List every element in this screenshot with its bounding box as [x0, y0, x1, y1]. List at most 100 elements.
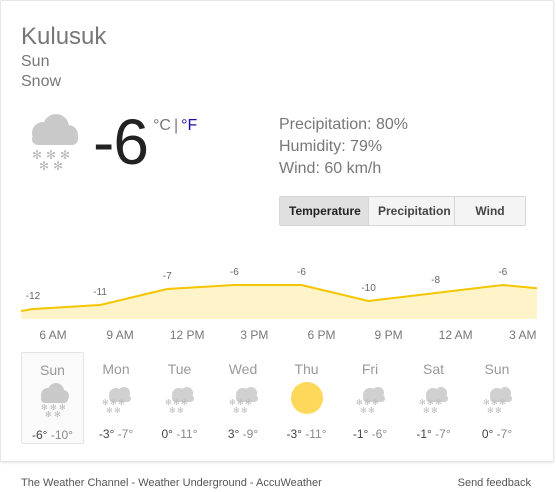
svg-text:✻: ✻ [106, 406, 113, 415]
hour-label: 9 AM [106, 328, 134, 342]
forecast-high: -6° [32, 428, 48, 442]
svg-text:✻: ✻ [114, 406, 121, 415]
forecast-day-tue[interactable]: Tue ✻ ✻ ✻ ✻ ✻ 0° -11° [148, 352, 211, 444]
tab-precipitation[interactable]: Precipitation [369, 197, 455, 225]
daily-forecast: Sun ✻ ✻ ✻ ✻ ✻ -6° -10° Mon ✻ ✻ ✻ ✻ ✻ -3° -7° Tue ✻ ✻ ✻ ✻ ✻ 0… [21, 352, 541, 444]
forecast-day-name: Sat [422, 361, 444, 377]
unit-toggle: °C | °F [153, 117, 197, 135]
graph-tabs: Temperature Precipitation Wind [279, 196, 526, 226]
forecast-day-fri[interactable]: Fri ✻ ✻ ✻ ✻ ✻ -1° -6° [339, 352, 402, 444]
svg-text:✻: ✻ [54, 410, 61, 417]
forecast-high: 0° [481, 427, 494, 441]
tab-wind[interactable]: Wind [455, 197, 525, 225]
forecast-low: -7° [114, 427, 134, 441]
temperature-graph: -12 -11 -7 -6 -6 -10 -8 -6 [21, 267, 537, 319]
location-name: Kulusuk [21, 23, 107, 50]
humidity-value: Humidity: 79% [279, 138, 383, 155]
temperature-data-label: -10 [361, 283, 376, 294]
send-feedback-link[interactable]: Send feedback [458, 477, 531, 489]
hourly-time-axis: 6 AM 9 AM 12 PM 3 PM 6 PM 9 PM 12 AM 3 AM [1, 328, 556, 344]
forecast-temps: -1° -7° [402, 427, 465, 441]
temperature-data-label: -12 [26, 291, 41, 302]
forecast-day-wed[interactable]: Wed ✻ ✻ ✻ ✻ ✻ 3° -9° [212, 352, 275, 444]
svg-text:✻: ✻ [368, 406, 375, 415]
hour-label: 12 AM [438, 328, 473, 342]
forecast-high: -1° [352, 427, 369, 441]
forecast-day-name: Sun [484, 361, 510, 377]
temperature-data-label: -6 [230, 267, 239, 278]
snow-cloud-icon: ✻ ✻ ✻ ✻ ✻ [480, 380, 516, 416]
forecast-day-name: Thu [294, 361, 319, 377]
forecast-low: -9° [239, 427, 259, 441]
forecast-day-name: Wed [228, 361, 258, 377]
forecast-temps: 0° -7° [466, 427, 529, 441]
forecast-low: -10° [47, 428, 73, 442]
current-temperature: -6 [93, 106, 149, 178]
hour-label: 12 PM [169, 328, 205, 342]
svg-text:✻: ✻ [53, 159, 63, 171]
snow-cloud-icon: ✻ ✻ ✻ ✻ ✻ [416, 380, 452, 416]
svg-text:✻: ✻ [360, 406, 367, 415]
svg-text:✻: ✻ [169, 406, 176, 415]
tab-temperature[interactable]: Temperature [280, 197, 369, 225]
svg-text:✻: ✻ [177, 406, 184, 415]
hour-label: 3 PM [240, 328, 269, 342]
forecast-high: 0° [161, 427, 173, 441]
forecast-temps: -3° -11° [275, 427, 338, 441]
forecast-high: 3° [227, 427, 240, 441]
forecast-day-name: Mon [102, 361, 130, 377]
forecast-temps: -6° -10° [22, 428, 83, 442]
hour-label: 9 PM [374, 328, 403, 342]
svg-text:✻: ✻ [487, 406, 494, 415]
snow-cloud-icon: ✻ ✻ ✻ ✻ ✻ [353, 380, 389, 416]
snow-cloud-icon: ✻ ✻ ✻ ✻ ✻ [36, 381, 72, 419]
unit-separator: | [173, 117, 179, 134]
forecast-day-name: Tue [167, 361, 192, 377]
data-sources: The Weather Channel - Weather Undergroun… [21, 477, 322, 489]
forecast-high: -1° [416, 427, 432, 441]
current-condition: Snow [21, 73, 62, 90]
svg-text:✻: ✻ [233, 406, 240, 415]
forecast-low: -7° [431, 427, 451, 441]
svg-text:✻: ✻ [431, 406, 438, 415]
forecast-low: -11° [301, 427, 327, 441]
unit-fahrenheit[interactable]: °F [181, 117, 197, 134]
snow-cloud-icon: ✻ ✻ ✻ ✻ ✻ [162, 380, 198, 416]
forecast-day-sun[interactable]: Sun ✻ ✻ ✻ ✻ ✻ 0° -7° [466, 352, 529, 444]
forecast-temps: 3° -9° [212, 427, 275, 441]
forecast-temps: 0° -11° [148, 427, 211, 441]
forecast-day-sat[interactable]: Sat ✻ ✻ ✻ ✻ ✻ -1° -7° [402, 352, 465, 444]
forecast-low: -6° [368, 427, 388, 441]
temperature-data-label: -7 [163, 271, 172, 282]
weather-card: Kulusuk Sun Snow ✻ ✻ ✻ ✻ ✻ -6 °C | °F Prec… [0, 0, 556, 489]
snow-cloud-icon: ✻ ✻ ✻ ✻ ✻ [32, 114, 78, 171]
precipitation-value: Precipitation: 80% [279, 116, 408, 133]
hour-label: 6 PM [307, 328, 336, 342]
forecast-temps: -1° -6° [339, 427, 402, 441]
hour-label: 6 AM [39, 328, 67, 342]
forecast-low: -11° [172, 427, 198, 441]
temperature-data-label: -6 [297, 267, 306, 278]
forecast-temps: -3° -7° [85, 427, 148, 441]
wind-value: Wind: 60 km/h [279, 160, 382, 177]
forecast-day-sun[interactable]: Sun ✻ ✻ ✻ ✻ ✻ -6° -10° [21, 352, 84, 444]
forecast-low: -7° [493, 427, 513, 441]
unit-celsius[interactable]: °C [153, 117, 171, 134]
forecast-high: -3° [286, 427, 302, 441]
svg-text:✻: ✻ [495, 406, 502, 415]
forecast-day-name: Sun [40, 362, 65, 378]
forecast-day-name: Fri [361, 361, 379, 377]
svg-text:✻: ✻ [241, 406, 248, 415]
sun-icon [289, 380, 325, 416]
temperature-data-label: -8 [431, 275, 440, 286]
svg-text:✻: ✻ [423, 406, 430, 415]
forecast-day-thu[interactable]: Thu -3° -11° [275, 352, 338, 444]
snow-cloud-icon: ✻ ✻ ✻ ✻ ✻ [226, 380, 262, 416]
temperature-data-label: -11 [93, 287, 107, 298]
svg-text:✻: ✻ [45, 410, 52, 417]
forecast-high: -3° [98, 427, 115, 441]
forecast-day-mon[interactable]: Mon ✻ ✻ ✻ ✻ ✻ -3° -7° [85, 352, 148, 444]
weather-details: Precipitation: 80% Humidity: 79% Wind: 6… [279, 114, 408, 180]
hour-label: 3 AM [509, 328, 537, 342]
svg-text:✻: ✻ [39, 159, 49, 171]
